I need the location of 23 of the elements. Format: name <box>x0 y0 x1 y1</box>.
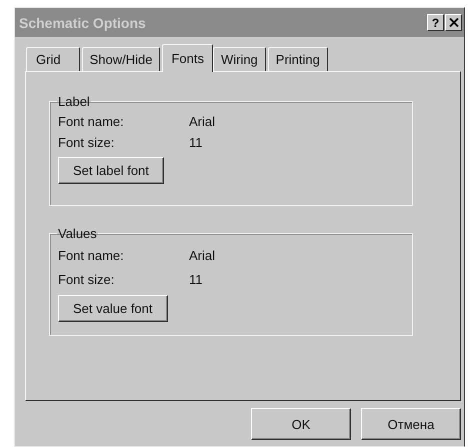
field-label: Font size: <box>58 135 116 150</box>
field-label: Font name: <box>58 114 125 129</box>
tab[interactable]: Wiring <box>212 47 266 71</box>
tab[interactable]: Grid <box>26 47 80 71</box>
close-icon <box>448 18 458 27</box>
tab[interactable]: Show/Hide <box>82 47 160 71</box>
field-value: Arial <box>189 248 216 262</box>
dialog-button[interactable]: OK <box>251 408 351 440</box>
tab[interactable]: Fonts <box>162 44 213 72</box>
group-title: Values <box>57 226 98 241</box>
tab[interactable]: Printing <box>268 47 328 71</box>
group-title: Label <box>57 94 91 109</box>
field-value: 11 <box>189 272 202 286</box>
set-font-button[interactable]: Set label font <box>58 157 164 184</box>
set-font-button[interactable]: Set value font <box>58 295 168 322</box>
field-label: Font size: <box>58 272 116 286</box>
field-value: 11 <box>189 135 202 150</box>
field-label: Font name: <box>58 248 125 262</box>
window-title: Schematic Options <box>19 14 146 30</box>
field-value: Arial <box>189 114 216 129</box>
dialog-button[interactable]: Отмена <box>361 408 461 440</box>
close-button[interactable] <box>445 14 462 31</box>
help-button[interactable]: ? <box>427 14 444 31</box>
